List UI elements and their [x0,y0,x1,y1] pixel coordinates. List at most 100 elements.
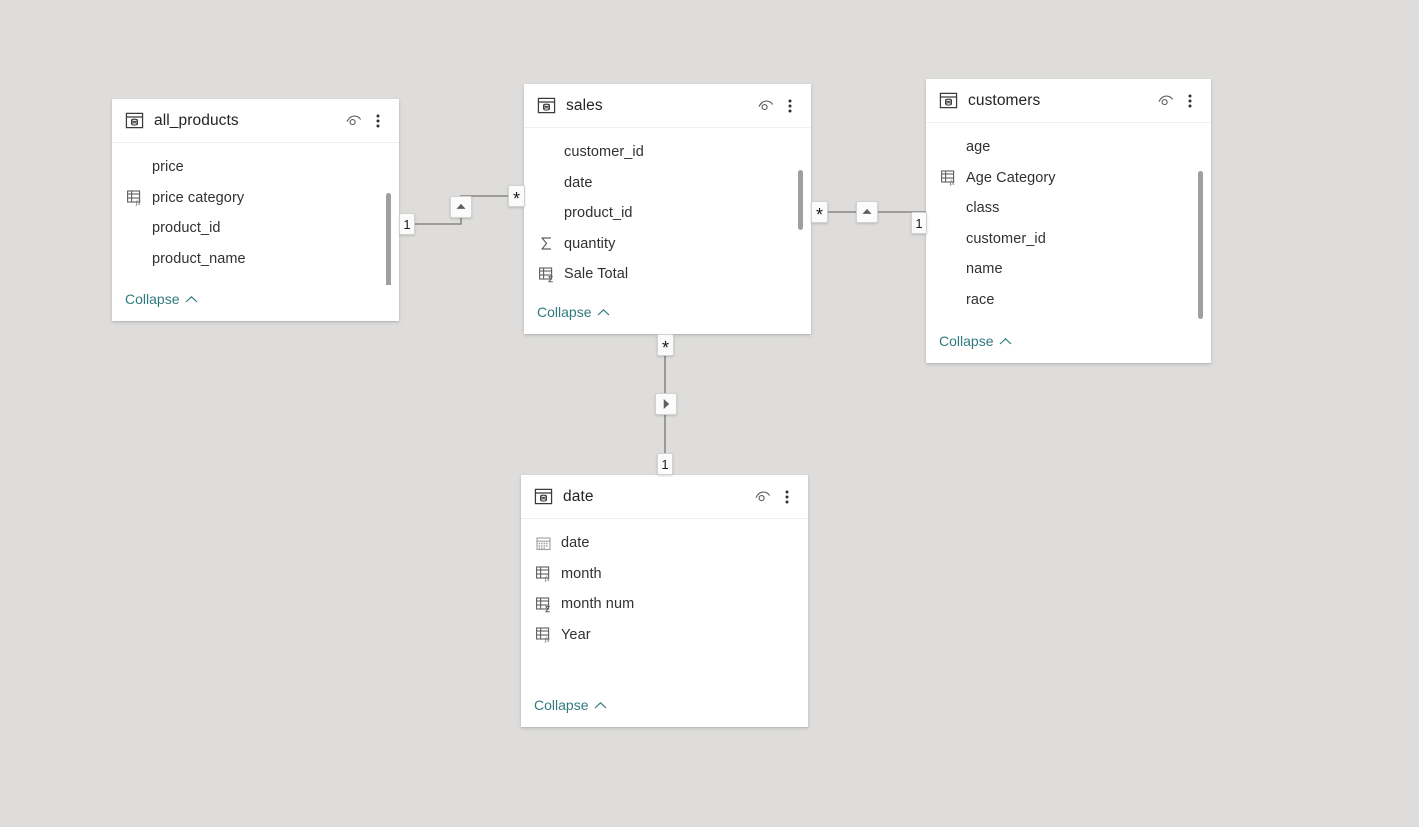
table-card-all_products[interactable]: all_products price fx price category pro… [112,99,399,321]
chevron-up-icon [595,701,607,708]
chevron-up-icon [598,308,610,315]
field-label: name [966,261,1003,278]
collapse-button-date[interactable]: Collapse [534,697,607,713]
field-row[interactable]: product_name [112,244,399,275]
field-row[interactable]: month num [521,589,808,620]
svg-text:fx: fx [135,199,141,206]
filter-direction-up-icon-sales-customers[interactable] [856,201,878,223]
field-row[interactable]: customer_id [926,224,1211,255]
table-footer-date: Collapse [521,691,808,727]
table-title-all_products: all_products [154,111,239,129]
field-row[interactable]: quantity [524,229,811,260]
table-title-date: date [563,487,594,505]
more-options-icon-all_products[interactable] [367,110,389,132]
field-label: product_name [152,250,246,267]
field-label: date [564,174,593,191]
field-list-sales: customer_id date product_id quantity Sal… [524,137,811,290]
field-row[interactable]: fx Age Category [926,163,1211,194]
field-row[interactable]: price [112,152,399,183]
field-label: price [152,159,184,176]
field-row[interactable]: name [926,254,1211,285]
chevron-up-icon [1000,337,1012,344]
field-label: Age Category [966,169,1056,186]
field-icon-none [939,291,957,309]
filter-direction-up-icon-all_products-sales[interactable] [450,196,472,218]
field-icon-none [125,158,143,176]
field-row[interactable]: Sale Total [524,259,811,290]
collapse-button-sales[interactable]: Collapse [537,304,610,320]
table-header-actions-customers [1154,90,1201,112]
table-scrollbar-all_products[interactable] [386,193,391,285]
field-row[interactable]: class [926,193,1211,224]
field-label: product_id [152,220,221,237]
more-options-icon-sales[interactable] [779,95,801,117]
table-footer-all_products: Collapse [112,285,399,321]
field-icon-none [537,174,555,192]
field-icon-none [939,199,957,217]
relationship-cardinality-one-all_products[interactable]: 1 [399,213,415,235]
sum-sigma-icon [537,235,555,253]
table-header-sales[interactable]: sales [524,84,811,128]
hidden-eye-icon-date[interactable] [751,486,773,508]
field-label: quantity [564,235,616,252]
table-footer-sales: Collapse [524,298,811,334]
table-fields-sales: customer_id date product_id quantity Sal… [524,128,811,298]
table-icon [939,92,958,109]
field-row[interactable]: customer_id [524,137,811,168]
field-label: age [966,139,991,156]
field-icon-none [537,204,555,222]
relationship-cardinality-one-customers[interactable]: 1 [911,212,927,234]
table-header-customers[interactable]: customers [926,79,1211,123]
field-row[interactable]: date [521,528,808,559]
model-view-canvas[interactable]: 1 * * 1 * 1 all_products price fx price … [0,0,1419,827]
table-header-date[interactable]: date [521,475,808,519]
collapse-button-customers[interactable]: Collapse [939,333,1012,349]
field-label: month [561,565,602,582]
field-row[interactable]: date [524,168,811,199]
table-icon [534,488,553,505]
field-icon-none [125,250,143,268]
table-header-actions-all_products [342,110,389,132]
more-options-icon-date[interactable] [776,486,798,508]
relationship-cardinality-many-sales-bottom[interactable]: * [657,334,674,357]
field-row[interactable]: fx month [521,559,808,590]
field-row[interactable]: age [926,132,1211,163]
relationship-cardinality-one-date[interactable]: 1 [657,453,673,475]
field-icon-none [939,230,957,248]
table-title-customers: customers [968,91,1041,109]
svg-text:fx: fx [949,179,955,186]
field-row[interactable]: fx Year [521,620,808,651]
measure-icon [537,265,555,283]
hidden-eye-icon-all_products[interactable] [342,110,364,132]
table-scrollbar-sales[interactable] [798,170,803,230]
field-list-date: date fx month month num fx Year [521,528,808,650]
collapse-label: Collapse [537,304,592,320]
field-row[interactable]: product_id [524,198,811,229]
field-label: date [561,535,590,552]
field-row[interactable]: fx price category [112,183,399,214]
table-fields-all_products: price fx price category product_id produ… [112,143,399,285]
more-options-icon-customers[interactable] [1179,90,1201,112]
hidden-eye-icon-customers[interactable] [1154,90,1176,112]
field-row[interactable]: product_id [112,213,399,244]
table-fields-customers: age fx Age Category class customer_id na… [926,123,1211,327]
table-card-sales[interactable]: sales customer_id date product_id quanti… [524,84,811,334]
field-label: product_id [564,205,633,222]
field-label: price category [152,189,245,206]
field-label: race [966,291,995,308]
collapse-button-all_products[interactable]: Collapse [125,291,198,307]
field-label: Year [561,626,591,643]
table-card-customers[interactable]: customers age fx Age Category class cust… [926,79,1211,363]
relationship-cardinality-many-sales-right[interactable]: * [811,201,828,224]
table-header-all_products[interactable]: all_products [112,99,399,143]
table-scrollbar-customers[interactable] [1198,171,1203,319]
field-row[interactable]: race [926,285,1211,316]
table-card-date[interactable]: date date fx month month num fx Year Col… [521,475,808,727]
hidden-eye-icon-sales[interactable] [754,95,776,117]
filter-direction-right-icon-sales-date[interactable] [655,393,677,415]
field-list-all_products: price fx price category product_id produ… [112,152,399,274]
relationship-cardinality-many-sales-left[interactable]: * [508,185,525,208]
table-title-sales: sales [566,96,603,114]
field-label: customer_id [966,230,1046,247]
collapse-label: Collapse [939,333,994,349]
